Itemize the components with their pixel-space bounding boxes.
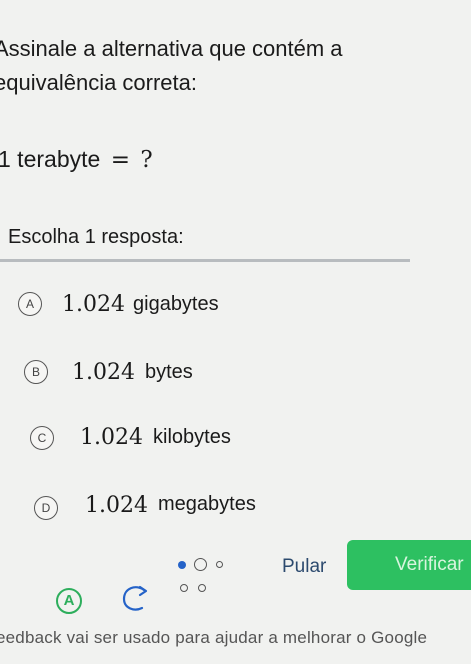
progress-dot-filled [178, 561, 186, 569]
progress-dot-small [198, 584, 206, 592]
option-a[interactable]: A 1.024 gigabytes [0, 282, 440, 326]
option-c[interactable]: C 1.024 kilobytes [0, 416, 440, 460]
option-c-unit: kilobytes [153, 426, 231, 448]
progress-dot-small [216, 561, 223, 568]
undo-icon[interactable] [118, 584, 152, 614]
option-b-number: 1.024 [72, 360, 135, 385]
option-d[interactable]: D 1.024 megabytes [0, 482, 440, 526]
prompt-line-2: equivalência correta: [0, 70, 198, 95]
question-equals: = [110, 147, 130, 173]
divider [0, 259, 410, 262]
question-lhs: 1 terabyte [0, 146, 101, 172]
question-prompt: Assinale a alternativa que contém a equi… [0, 32, 343, 100]
option-d-unit: megabytes [158, 493, 256, 515]
choose-instruction: Escolha 1 resposta: [8, 226, 184, 248]
option-letter-b: B [24, 360, 48, 384]
option-a-unit: gigabytes [133, 293, 219, 315]
page: { "prompt": { "line1": "Assinale a alter… [0, 0, 471, 664]
option-letter-a: A [18, 292, 42, 316]
verify-button[interactable]: Verificar [347, 540, 471, 590]
option-b[interactable]: B 1.024 bytes [0, 350, 440, 394]
question-rhs: ? [140, 147, 153, 173]
option-letter-c: C [30, 426, 54, 450]
option-b-unit: bytes [145, 361, 193, 383]
progress-dot-small [180, 584, 188, 592]
skip-button[interactable]: Pular [282, 556, 326, 578]
progress-dots [174, 558, 254, 598]
feedback-notice: eedback vai ser usado para ajudar a melh… [0, 628, 428, 647]
option-c-number: 1.024 [80, 425, 143, 450]
option-a-number: 1.024 [62, 292, 125, 317]
question-expression: 1 terabyte = ? [0, 146, 153, 173]
option-d-number: 1.024 [85, 493, 148, 518]
progress-dot-empty [194, 558, 207, 571]
option-letter-d: D [34, 496, 58, 520]
prompt-line-1: Assinale a alternativa que contém a [0, 36, 343, 61]
hint-icon[interactable]: A [56, 588, 82, 614]
